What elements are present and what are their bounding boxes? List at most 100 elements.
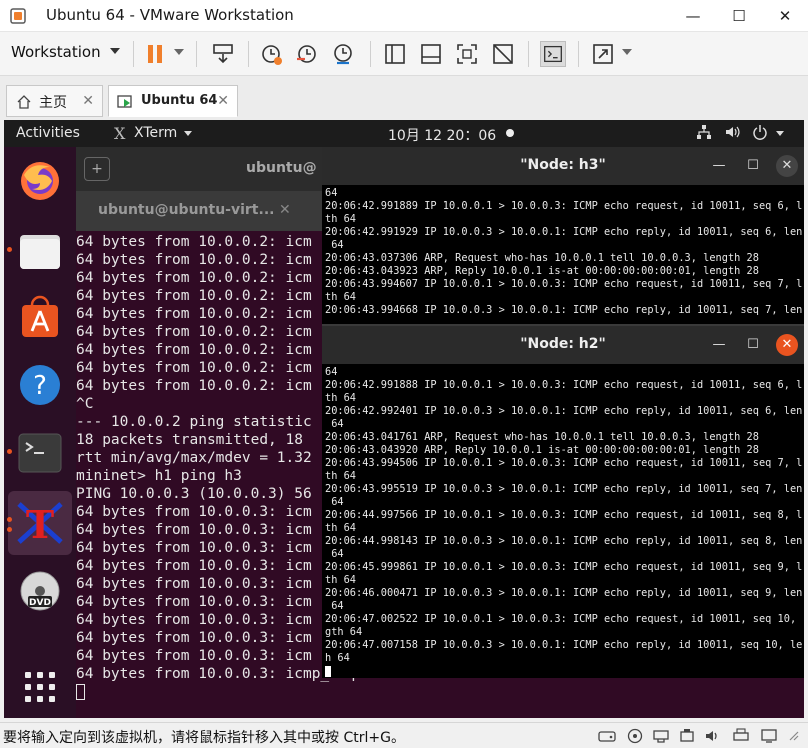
- notification-dot-icon: [506, 129, 514, 137]
- terminal-tab-close-button[interactable]: ✕: [279, 202, 291, 218]
- activities-button[interactable]: Activities: [16, 125, 80, 141]
- terminal-line-text: 20:06:46.000471 IP 10.0.0.3 > 10.0.0.1: …: [325, 587, 803, 599]
- show-applications-button[interactable]: [16, 663, 64, 711]
- workstation-menu[interactable]: Workstation: [11, 43, 101, 61]
- tab-home[interactable]: 主页 ✕: [6, 85, 103, 117]
- terminal-line: 20:06:44.998143 IP 10.0.0.3 > 10.0.0.1: …: [325, 535, 803, 548]
- terminal-line-text: 20:06:43.043920 ARP, Reply 10.0.0.1 is-a…: [325, 444, 759, 456]
- terminal-line: gth 64: [325, 626, 803, 639]
- dock-xterm[interactable]: T: [8, 491, 72, 555]
- terminal-line: 20:06:43.041761 ARP, Request who-has 10.…: [325, 431, 803, 444]
- terminal-line-text: 64 bytes from 10.0.0.2: icm: [76, 360, 312, 376]
- vm-icon: [117, 95, 132, 108]
- xterm-h3-output[interactable]: 64 20:06:42.991889 IP 10.0.0.1 > 10.0.0.3…: [325, 187, 803, 317]
- dock-software[interactable]: [16, 293, 64, 341]
- window-titlebar: Ubuntu 64 - VMware Workstation — ☐ ✕: [0, 0, 808, 32]
- terminal-line: 20:06:43.994506 IP 10.0.0.1 > 10.0.0.3: …: [325, 457, 803, 470]
- terminal-line: 20:06:43.994607 IP 10.0.0.1 > 10.0.0.3: …: [325, 278, 803, 291]
- revert-snapshot-icon[interactable]: [294, 41, 320, 67]
- close-button[interactable]: ✕: [776, 155, 798, 177]
- terminal-title: ubuntu@: [246, 160, 317, 176]
- home-icon: [17, 95, 31, 109]
- terminal-line: 20:06:47.007158 IP 10.0.0.3 > 10.0.0.1: …: [325, 639, 803, 652]
- terminal-line: th 64: [325, 291, 803, 304]
- minimize-button[interactable]: —: [708, 155, 730, 177]
- minimize-button[interactable]: —: [670, 0, 716, 32]
- terminal-line-text: th 64: [325, 291, 356, 303]
- dock-files[interactable]: [16, 227, 64, 275]
- terminal-line-text: 64 bytes from 10.0.0.2: icm: [76, 324, 312, 340]
- xterm-window-h3[interactable]: "Node: h3" — ☐ ✕ 64 20:06:42.991889 IP 10…: [322, 147, 804, 331]
- console-view-icon[interactable]: [418, 41, 444, 67]
- close-button[interactable]: ✕: [776, 334, 798, 356]
- tab-ubuntu-64[interactable]: Ubuntu 64 ✕: [108, 85, 238, 117]
- xterm-h3-title: "Node: h3": [520, 157, 606, 173]
- display-icon[interactable]: [760, 728, 778, 744]
- network-adapter-icon[interactable]: [652, 728, 670, 744]
- running-indicator-icon: [7, 527, 12, 532]
- unity-mode-icon[interactable]: [490, 41, 516, 67]
- usb-icon[interactable]: [678, 728, 696, 744]
- toolbar-divider: [196, 41, 197, 67]
- chevron-down-icon[interactable]: [776, 131, 784, 136]
- pause-icon[interactable]: [142, 41, 168, 67]
- toolbar-divider: [578, 41, 579, 67]
- terminal-line-text: 64 bytes from 10.0.0.2: icm: [76, 288, 312, 304]
- terminal-line-text: 20:06:43.994668 IP 10.0.0.3 > 10.0.0.1: …: [325, 304, 803, 316]
- terminal-line-text: th 64: [325, 522, 356, 534]
- dvd-icon: DVD: [20, 571, 60, 611]
- dock-dvd[interactable]: DVD: [16, 567, 64, 615]
- maximize-button[interactable]: ☐: [742, 155, 764, 177]
- terminal-view-icon[interactable]: [540, 41, 566, 67]
- resize-grip-icon[interactable]: [786, 728, 800, 744]
- terminal-line: 64: [325, 496, 803, 509]
- send-ctrl-alt-del-icon[interactable]: [210, 41, 236, 67]
- terminal-line: 20:06:42.991888 IP 10.0.0.1 > 10.0.0.3: …: [325, 379, 803, 392]
- maximize-button[interactable]: ☐: [716, 0, 762, 32]
- volume-icon[interactable]: [724, 124, 742, 140]
- vm-screen[interactable]: Activities X XTerm 10月 12 20：06 ? T DVD …: [4, 120, 804, 718]
- terminal-prompt-line[interactable]: [325, 665, 803, 678]
- terminal-line-text: 20:06:43.995519 IP 10.0.0.3 > 10.0.0.1: …: [325, 483, 803, 495]
- snapshot-icon[interactable]: [258, 41, 284, 67]
- terminal-line: th 64: [325, 470, 803, 483]
- toolbar-divider: [370, 41, 371, 67]
- power-icon[interactable]: [752, 124, 768, 140]
- chevron-down-icon[interactable]: [622, 49, 632, 55]
- full-screen-icon[interactable]: [454, 41, 480, 67]
- terminal-line-text: 64 bytes from 10.0.0.2: icm: [76, 306, 312, 322]
- chevron-down-icon[interactable]: [184, 131, 192, 136]
- xterm-h2-output[interactable]: 64 20:06:42.991888 IP 10.0.0.1 > 10.0.0.3…: [325, 366, 803, 678]
- printer-icon[interactable]: [732, 728, 750, 744]
- terminal-prompt-line[interactable]: [76, 683, 804, 701]
- chevron-down-icon[interactable]: [174, 49, 184, 55]
- maximize-button[interactable]: ☐: [742, 334, 764, 356]
- dock-firefox[interactable]: [16, 157, 64, 205]
- stretch-guest-icon[interactable]: [590, 41, 616, 67]
- app-menu[interactable]: XTerm: [134, 125, 177, 141]
- clock[interactable]: 10月 12 20：06: [388, 125, 496, 145]
- xterm-icon: T: [17, 502, 63, 547]
- close-button[interactable]: ✕: [762, 0, 808, 32]
- sound-card-icon[interactable]: [704, 728, 722, 744]
- network-icon[interactable]: [696, 124, 712, 140]
- terminal-line-text: 64 bytes from 10.0.0.3: icm: [76, 612, 312, 628]
- sidebar-view-icon[interactable]: [382, 41, 408, 67]
- terminal-tab[interactable]: ubuntu@ubuntu-virt...: [98, 202, 274, 218]
- tab-ubuntu-close-button[interactable]: ✕: [217, 93, 229, 109]
- new-tab-button[interactable]: +: [84, 157, 110, 181]
- terminal-line-text: PING 10.0.0.3 (10.0.0.3) 56: [76, 486, 312, 502]
- status-message: 要将输入定向到该虚拟机，请将鼠标指针移入其中或按 Ctrl+G。: [3, 730, 405, 746]
- xterm-window-h2[interactable]: "Node: h2" — ☐ ✕ 64 20:06:42.991888 IP 10…: [322, 324, 804, 678]
- hard-disk-icon[interactable]: [598, 728, 616, 744]
- terminal-line: 64: [325, 239, 803, 252]
- tab-home-close-button[interactable]: ✕: [82, 93, 94, 109]
- terminal-line-text: 20:06:47.007158 IP 10.0.0.3 > 10.0.0.1: …: [325, 639, 803, 651]
- minimize-button[interactable]: —: [708, 334, 730, 356]
- cd-dvd-icon[interactable]: [626, 728, 644, 744]
- terminal-line-text: 64 bytes from 10.0.0.3: icm: [76, 648, 312, 664]
- snapshot-manager-icon[interactable]: [330, 41, 356, 67]
- chevron-down-icon[interactable]: [110, 48, 120, 54]
- dock-help[interactable]: ?: [16, 361, 64, 409]
- dock-terminal[interactable]: [16, 429, 64, 477]
